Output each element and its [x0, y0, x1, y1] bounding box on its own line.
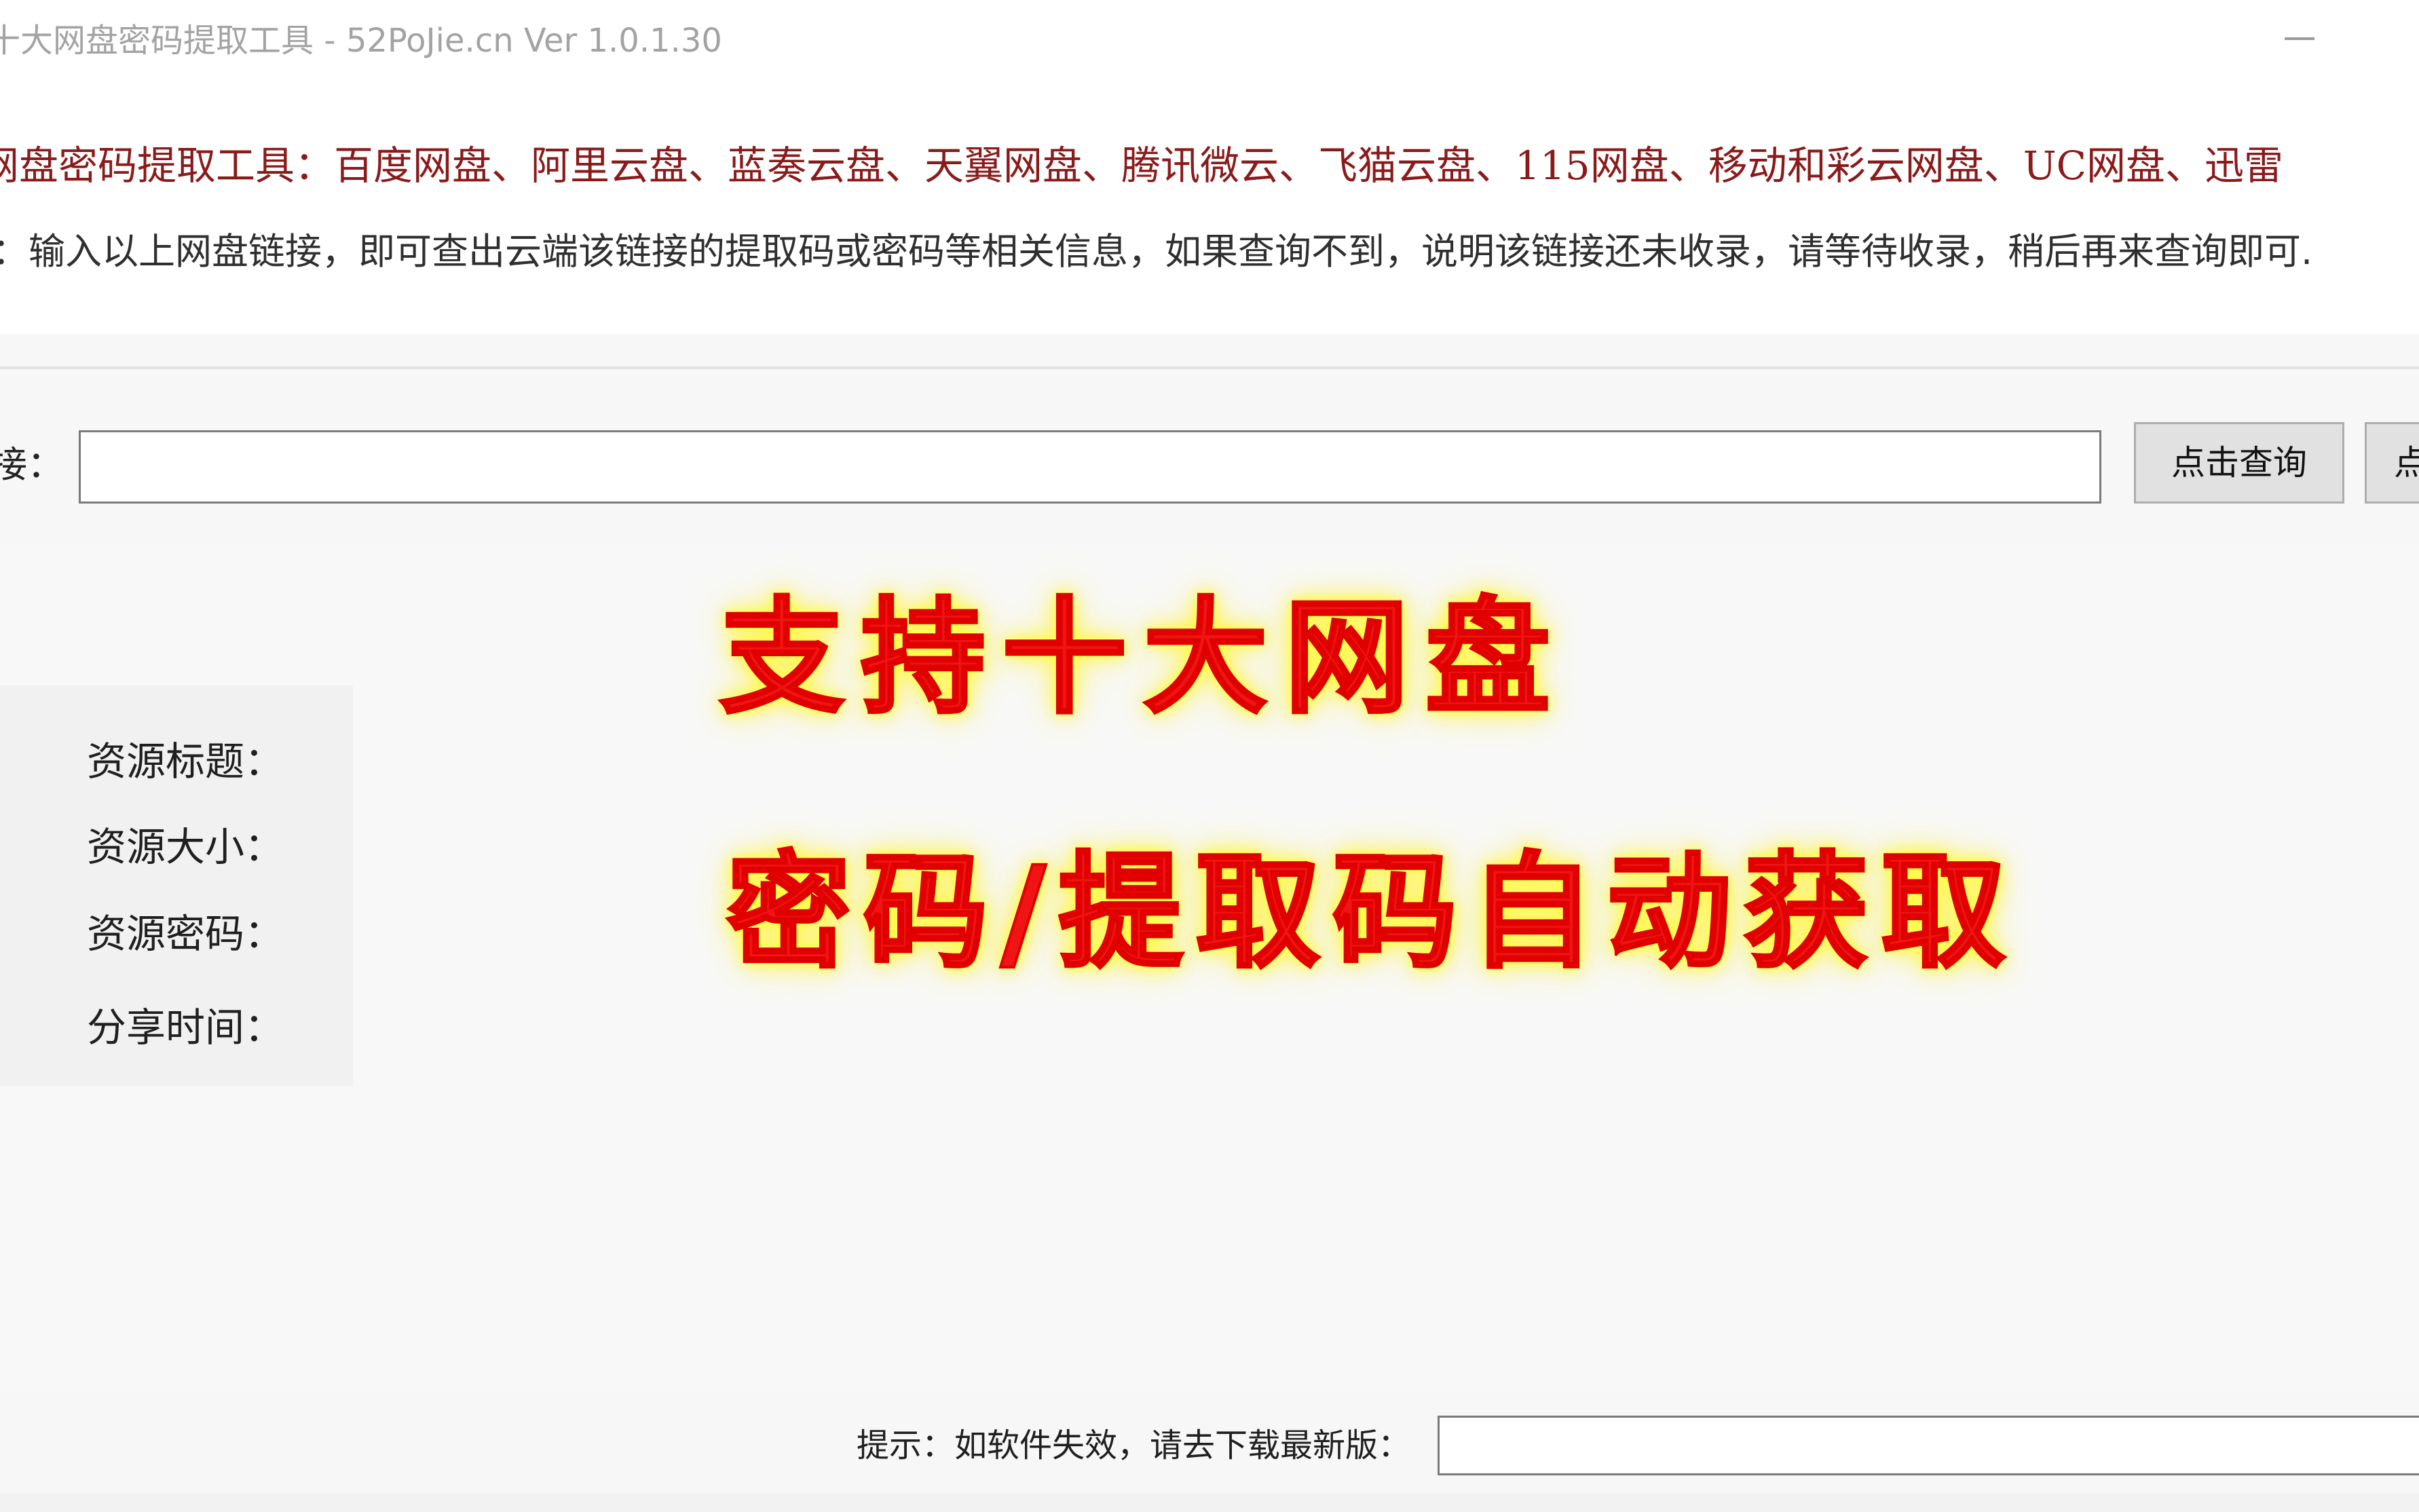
- resource-title-label: 资源标题：: [87, 738, 284, 785]
- promo-headline: 支持十大网盘: [718, 584, 1567, 732]
- link-label: 接：: [0, 443, 64, 486]
- share-time-label: 分享时间：: [87, 1004, 284, 1051]
- update-hint-label: 提示：如软件失效，请去下载最新版：: [857, 1426, 1411, 1464]
- instruction-text: ：输入以上网盘链接，即可查出云端该链接的提取码或密码等相关信息，如果查询不到，说…: [0, 230, 2313, 273]
- resource-password-label: 资源密码：: [87, 911, 284, 957]
- link-input[interactable]: [79, 430, 2101, 504]
- promo-subheadline: 密码/提取码自动获取: [725, 839, 2019, 987]
- secondary-button[interactable]: 点: [2365, 422, 2419, 504]
- supported-drives-text: 网盘密码提取工具：百度网盘、阿里云盘、蓝奏云盘、天翼网盘、腾讯微云、飞猫云盘、1…: [0, 143, 2283, 189]
- minimize-icon[interactable]: [2285, 37, 2314, 40]
- query-button[interactable]: 点击查询: [2134, 422, 2344, 504]
- window-title: 十大网盘密码提取工具 - 52PoJie.cn Ver 1.0.1.30: [0, 22, 722, 60]
- resource-size-label: 资源大小：: [87, 824, 284, 870]
- header-info-panel: 网盘密码提取工具：百度网盘、阿里云盘、蓝奏云盘、天翼网盘、腾讯微云、飞猫云盘、1…: [0, 84, 2419, 334]
- download-link-field[interactable]: [1438, 1416, 2419, 1475]
- header-divider: [0, 366, 2419, 369]
- title-bar: 十大网盘密码提取工具 - 52PoJie.cn Ver 1.0.1.30: [0, 0, 2419, 84]
- bottom-edge: [0, 1493, 2419, 1512]
